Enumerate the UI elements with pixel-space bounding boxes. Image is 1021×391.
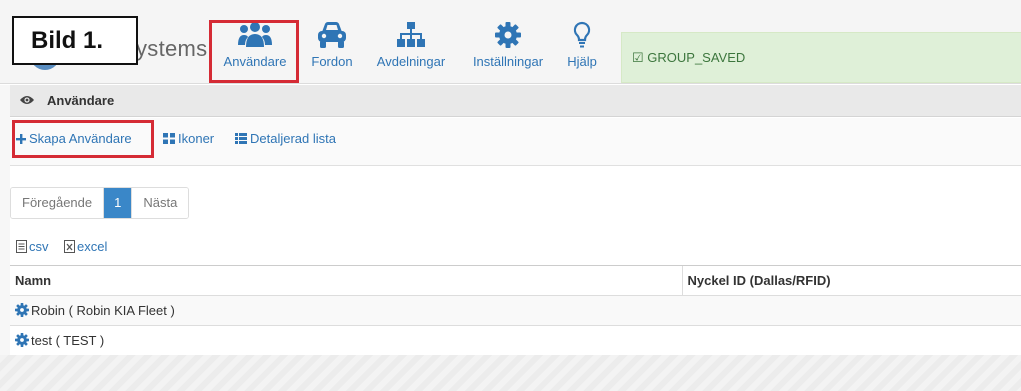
toolbar: Skapa Användare Ikoner Detaljerad lista — [10, 118, 1021, 166]
annotation-label: Bild 1. — [12, 16, 138, 65]
user-key-id-cell — [682, 325, 1021, 356]
file-excel-icon — [64, 240, 75, 253]
pagination: Föregående 1 Nästa — [10, 187, 190, 219]
detail-list-button[interactable]: Detaljerad lista — [235, 131, 336, 146]
export-csv-label: csv — [29, 239, 49, 254]
nav-departments[interactable]: Avdelningar — [369, 18, 453, 78]
export-csv-link[interactable]: csv — [16, 239, 49, 254]
detail-list-label: Detaljerad lista — [250, 131, 336, 146]
user-name: Robin ( Robin KIA Fleet ) — [31, 303, 175, 318]
success-alert: ☑ GROUP_SAVED — [621, 32, 1021, 83]
alert-text: GROUP_SAVED — [647, 50, 746, 65]
icons-view-label: Ikoner — [178, 131, 215, 146]
table-row[interactable]: Robin ( Robin KIA Fleet ) — [10, 295, 1021, 326]
user-name-cell[interactable]: Robin ( Robin KIA Fleet ) — [10, 295, 682, 326]
top-navbar: ystems Användare Fordon Avdelningar Inst… — [0, 0, 1021, 84]
users-table: Namn Nyckel ID (Dallas/RFID) Robin ( Rob… — [10, 265, 1021, 356]
page-footer-background — [0, 355, 1021, 391]
user-key-id-cell — [682, 295, 1021, 326]
file-text-icon — [16, 240, 27, 253]
user-name-cell[interactable]: test ( TEST ) — [10, 325, 682, 356]
nav-settings-label: Inställningar — [472, 54, 544, 69]
pagination-page-1[interactable]: 1 — [103, 188, 132, 218]
sitemap-icon — [396, 18, 426, 52]
list-icon — [235, 133, 247, 144]
table-header-row: Namn Nyckel ID (Dallas/RFID) — [10, 265, 1021, 296]
nav-departments-label: Avdelningar — [376, 54, 446, 69]
nav-settings[interactable]: Inställningar — [467, 18, 549, 78]
user-gear-icon[interactable] — [15, 333, 29, 348]
eye-icon[interactable] — [20, 94, 34, 109]
nav-vehicles-label: Fordon — [311, 54, 353, 69]
user-name: test ( TEST ) — [31, 333, 105, 349]
icons-view-button[interactable]: Ikoner — [163, 131, 214, 146]
gear-icon — [495, 18, 521, 52]
highlight-box-create-user — [12, 120, 154, 158]
left-gutter — [0, 85, 10, 355]
nav-help[interactable]: Hjälp — [562, 18, 602, 78]
brand-text: ystems — [136, 36, 208, 61]
column-header-name[interactable]: Namn — [10, 265, 682, 296]
lightbulb-icon — [573, 18, 591, 52]
panel-header: Användare — [10, 85, 1021, 117]
grid-icon — [163, 133, 175, 144]
highlight-box-nav-users — [209, 20, 299, 83]
nav-vehicles[interactable]: Fordon — [303, 18, 361, 78]
pagination-next[interactable]: Nästa — [131, 188, 189, 218]
nav-help-label: Hjälp — [567, 54, 597, 69]
table-row[interactable]: test ( TEST ) — [10, 325, 1021, 356]
panel-title: Användare — [47, 93, 115, 108]
export-excel-link[interactable]: excel — [64, 239, 107, 254]
user-gear-icon[interactable] — [15, 303, 29, 317]
pagination-prev[interactable]: Föregående — [11, 188, 104, 218]
check-square-icon: ☑ — [632, 50, 644, 65]
export-excel-label: excel — [77, 239, 108, 254]
column-header-key-id[interactable]: Nyckel ID (Dallas/RFID) — [681, 265, 1021, 296]
car-icon — [316, 18, 348, 52]
